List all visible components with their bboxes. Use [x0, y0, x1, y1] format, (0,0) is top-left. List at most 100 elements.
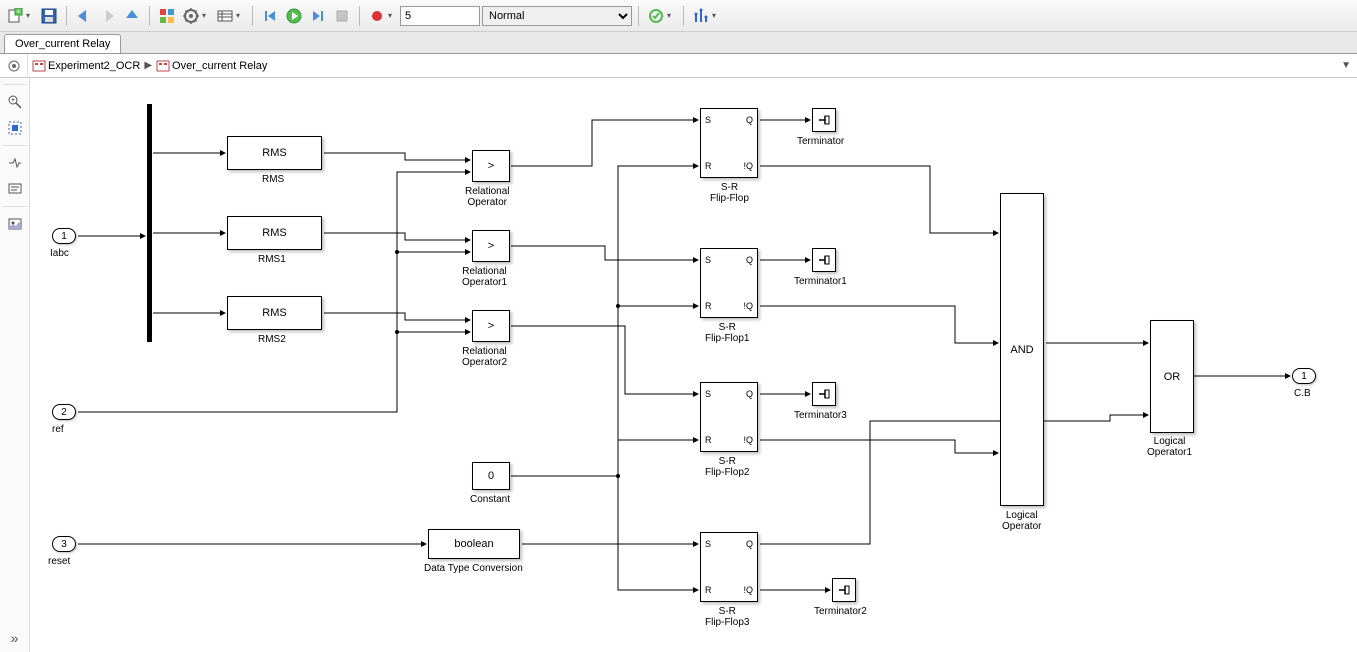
logical-operator-label: Logical Operator: [1002, 510, 1041, 532]
side-toolbar: + »: [0, 78, 30, 652]
model-canvas[interactable]: 1 Iabc 2 ref 3 reset RMS RMS RMS RMS 1 RM…: [30, 78, 1357, 652]
model-explorer-icon[interactable]: [214, 5, 236, 27]
rms-label: RMS: [262, 174, 284, 185]
srff2-block[interactable]: S R Q !Q: [700, 382, 758, 452]
relop1-label: Relational Operator1: [462, 266, 507, 288]
srff-port-r: R: [705, 161, 712, 171]
save-icon[interactable]: [38, 5, 60, 27]
terminator2-block[interactable]: [832, 578, 856, 602]
stop-icon[interactable]: [331, 5, 353, 27]
inport-iabc[interactable]: 1: [52, 228, 76, 244]
breadcrumb-item[interactable]: Experiment2_OCR: [48, 60, 140, 72]
tabs-row: Over_current Relay: [0, 32, 1357, 54]
terminator1-label: Terminator1: [794, 276, 847, 287]
terminator-block[interactable]: [812, 108, 836, 132]
srff1-port-q: Q: [746, 255, 753, 265]
step-back-icon[interactable]: [259, 5, 281, 27]
terminator1-block[interactable]: [812, 248, 836, 272]
target-icon[interactable]: [0, 54, 28, 77]
tune-icon[interactable]: [690, 5, 712, 27]
build-icon[interactable]: [645, 5, 667, 27]
step-forward-icon[interactable]: [307, 5, 329, 27]
relop2-label: Relational Operator2: [462, 346, 507, 368]
model-icon: [32, 59, 46, 73]
record-dropdown-icon[interactable]: ▾: [388, 11, 398, 20]
new-dropdown-icon[interactable]: ▾: [26, 11, 36, 20]
view-dropdown-icon[interactable]: ▼: [1341, 60, 1351, 71]
terminator2-label: Terminator2: [814, 606, 867, 617]
forward-icon[interactable]: [97, 5, 119, 27]
outport-cb-label: C.B: [1294, 388, 1311, 399]
subsystem-icon: [156, 59, 170, 73]
new-model-icon[interactable]: +: [4, 5, 26, 27]
breadcrumb-item[interactable]: Over_current Relay: [172, 60, 267, 72]
svg-text:+: +: [16, 8, 20, 15]
breadcrumb: Experiment2_OCR ▶ Over_current Relay ▼: [0, 54, 1357, 78]
srff-port-nq: !Q: [743, 161, 753, 171]
srff2-label: S-R Flip-Flop2: [705, 456, 749, 478]
zoom-icon[interactable]: +: [4, 91, 26, 113]
main-toolbar: + ▾ ▾ ▾ ▾ Normal ▾ ▾: [0, 0, 1357, 32]
inport-iabc-label: Iabc: [50, 248, 69, 259]
dtc-block[interactable]: boolean: [428, 529, 520, 559]
terminator-label: Terminator: [797, 136, 844, 147]
srff2-port-s: S: [705, 389, 711, 399]
srff1-port-r: R: [705, 301, 712, 311]
explorer-dropdown-icon[interactable]: ▾: [236, 11, 246, 20]
collapse-panel-icon[interactable]: »: [11, 630, 19, 646]
rms1-block[interactable]: RMS: [227, 216, 322, 250]
srff1-block[interactable]: S R Q !Q: [700, 248, 758, 318]
stop-time-input[interactable]: [400, 6, 480, 26]
srff3-port-s: S: [705, 539, 711, 549]
inport-reset[interactable]: 3: [52, 536, 76, 552]
back-icon[interactable]: [73, 5, 95, 27]
model-config-icon[interactable]: [180, 5, 202, 27]
relop1-block[interactable]: >: [472, 230, 510, 262]
build-dropdown-icon[interactable]: ▾: [667, 11, 677, 20]
run-icon[interactable]: [283, 5, 305, 27]
terminator3-label: Terminator3: [794, 410, 847, 421]
logical-operator-block[interactable]: AND: [1000, 193, 1044, 506]
inport-ref-label: ref: [52, 424, 64, 435]
simulation-mode-select[interactable]: Normal: [482, 6, 632, 26]
tune-dropdown-icon[interactable]: ▾: [712, 11, 722, 20]
constant-block[interactable]: 0: [472, 462, 510, 490]
chevron-right-icon: ▶: [144, 60, 152, 71]
srff2-port-q: Q: [746, 389, 753, 399]
rms-block[interactable]: RMS: [227, 136, 322, 170]
config-dropdown-icon[interactable]: ▾: [202, 11, 212, 20]
srff3-port-r: R: [705, 585, 712, 595]
relop-label: Relational Operator: [465, 186, 509, 208]
inport-ref[interactable]: 2: [52, 404, 76, 420]
relop2-block[interactable]: >: [472, 310, 510, 342]
srff3-block[interactable]: S R Q !Q: [700, 532, 758, 602]
srff1-label: S-R Flip-Flop1: [705, 322, 749, 344]
image-icon[interactable]: [4, 213, 26, 235]
library-browser-icon[interactable]: [156, 5, 178, 27]
terminator3-block[interactable]: [812, 382, 836, 406]
fit-to-view-icon[interactable]: [4, 117, 26, 139]
rms2-label: RMS2: [258, 334, 286, 345]
srff2-port-r: R: [705, 435, 712, 445]
srff1-port-s: S: [705, 255, 711, 265]
srff3-label: S-R Flip-Flop3: [705, 606, 749, 628]
tab-over-current-relay[interactable]: Over_current Relay: [4, 34, 121, 53]
inport-reset-label: reset: [48, 556, 70, 567]
srff-port-q: Q: [746, 115, 753, 125]
srff-port-s: S: [705, 115, 711, 125]
logical-operator1-block[interactable]: OR: [1150, 320, 1194, 433]
up-icon[interactable]: [121, 5, 143, 27]
outport-cb[interactable]: 1: [1292, 368, 1316, 384]
record-icon[interactable]: [366, 5, 388, 27]
rms2-block[interactable]: RMS: [227, 296, 322, 330]
demux-block[interactable]: [147, 104, 152, 342]
srff2-port-nq: !Q: [743, 435, 753, 445]
annotations-icon[interactable]: [4, 178, 26, 200]
srff3-port-nq: !Q: [743, 585, 753, 595]
srff1-port-nq: !Q: [743, 301, 753, 311]
toggle-sample-time-icon[interactable]: [4, 152, 26, 174]
srff3-port-q: Q: [746, 539, 753, 549]
srff-block[interactable]: S R Q !Q: [700, 108, 758, 178]
svg-text:+: +: [11, 98, 15, 104]
relop-block[interactable]: >: [472, 150, 510, 182]
